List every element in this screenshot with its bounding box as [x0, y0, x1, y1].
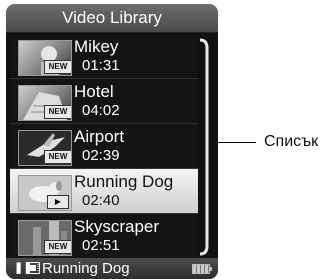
- airplane-photo-icon: NEW: [18, 130, 72, 166]
- list-item-skyscraper[interactable]: NEW Skyscraper 02:51: [10, 214, 198, 259]
- video-title: Running Dog: [74, 172, 174, 191]
- page-title: Video Library: [6, 4, 218, 33]
- video-list[interactable]: NEW Mikey 01:31 NEW Hotel 04:02 NEW Airp…: [10, 34, 198, 259]
- dog-photo-icon: ▶: [18, 175, 72, 211]
- battery-icon: [192, 264, 212, 274]
- video-duration: 01:31: [82, 57, 120, 74]
- list-item-running-dog[interactable]: ▶ Running Dog 02:40: [10, 169, 198, 214]
- callout-line: [216, 142, 256, 143]
- video-title: Hotel: [74, 82, 114, 101]
- film-icon: [26, 262, 40, 274]
- new-badge: NEW: [44, 105, 71, 119]
- new-badge: NEW: [44, 150, 71, 164]
- video-duration: 02:51: [82, 237, 120, 254]
- list-item-hotel[interactable]: NEW Hotel 04:02: [10, 79, 198, 124]
- video-title: Airport: [74, 127, 125, 146]
- skyscraper-photo-icon: NEW: [18, 220, 72, 256]
- new-badge: NEW: [44, 240, 71, 254]
- play-icon: ▶: [47, 195, 69, 209]
- building-photo-icon: NEW: [18, 85, 72, 121]
- now-playing-title: Running Dog: [42, 260, 130, 277]
- new-badge: NEW: [44, 60, 71, 74]
- video-duration: 02:39: [82, 147, 120, 164]
- list-item-airport[interactable]: NEW Airport 02:39: [10, 124, 198, 169]
- video-duration: 02:40: [82, 192, 120, 209]
- video-duration: 04:02: [82, 102, 120, 119]
- scrollbar[interactable]: [199, 38, 211, 256]
- video-player-screen: Video Library NEW Mikey 01:31 NEW Hotel …: [6, 4, 218, 279]
- now-playing-bar: ❚❚ Running Dog: [6, 258, 218, 279]
- list-item-mikey[interactable]: NEW Mikey 01:31: [10, 34, 198, 79]
- video-title: Mikey: [74, 37, 119, 56]
- callout-label: Списък: [264, 133, 319, 150]
- child-photo-icon: NEW: [18, 40, 72, 76]
- video-title: Skyscraper: [74, 217, 160, 236]
